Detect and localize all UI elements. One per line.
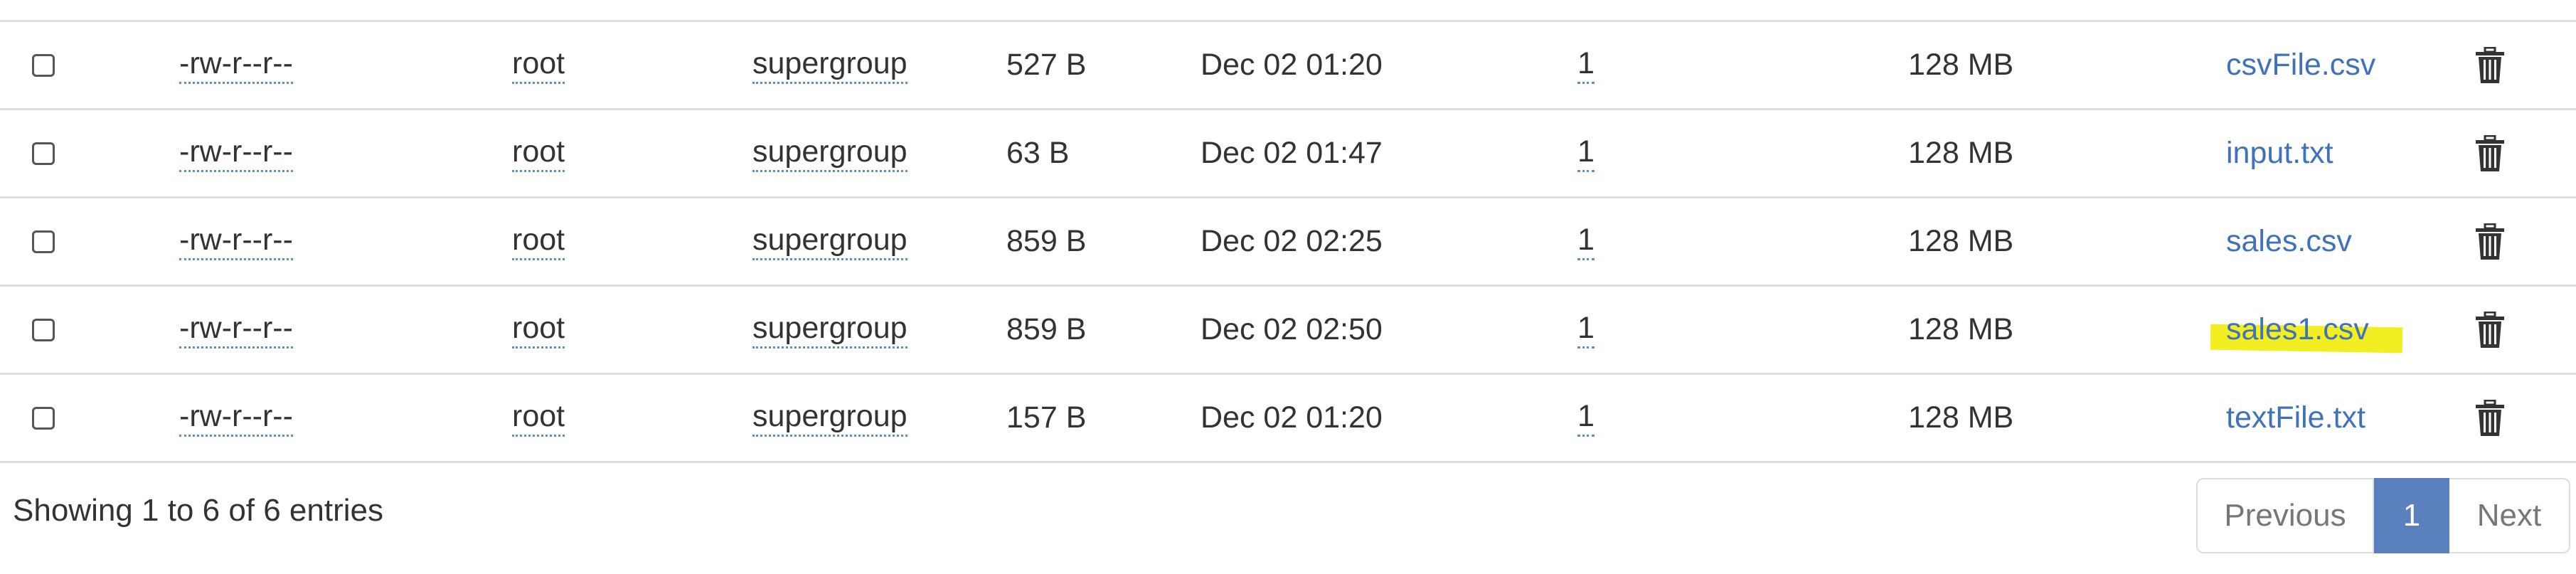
file-name-link[interactable]: textFile.txt (2226, 400, 2365, 435)
block-size-cell: 128 MB (1908, 136, 2014, 170)
owner-cell[interactable]: root (512, 134, 565, 172)
permission-cell[interactable]: -rw-r--r-- (179, 223, 293, 260)
owner-cell[interactable]: root (512, 399, 565, 437)
size-cell: 157 B (1006, 400, 1087, 435)
last-modified-cell: Dec 02 02:50 (1201, 312, 1383, 346)
delete-button[interactable] (2475, 287, 2505, 373)
permission-cell[interactable]: -rw-r--r-- (179, 134, 293, 172)
trash-icon (2476, 223, 2504, 260)
block-size-cell: 128 MB (1908, 48, 2014, 82)
owner-cell[interactable]: root (512, 46, 565, 84)
delete-button[interactable] (2475, 22, 2505, 108)
next-page-button[interactable]: Next (2449, 478, 2570, 553)
group-cell[interactable]: supergroup (752, 46, 908, 84)
trash-icon (2476, 399, 2504, 436)
replication-cell[interactable]: 1 (1577, 223, 1595, 260)
block-size-cell: 128 MB (1908, 400, 2014, 435)
delete-button[interactable] (2475, 375, 2505, 461)
last-modified-cell: Dec 02 01:20 (1201, 48, 1383, 82)
replication-cell[interactable]: 1 (1577, 399, 1595, 437)
group-cell[interactable]: supergroup (752, 311, 908, 349)
size-cell: 859 B (1006, 224, 1087, 258)
permission-cell[interactable]: -rw-r--r-- (179, 311, 293, 349)
previous-page-button[interactable]: Previous (2196, 478, 2374, 553)
owner-cell[interactable]: root (512, 311, 565, 349)
permission-cell[interactable]: -rw-r--r-- (179, 399, 293, 437)
table-info: Showing 1 to 6 of 6 entries (13, 493, 383, 528)
owner-cell[interactable]: root (512, 223, 565, 260)
replication-cell[interactable]: 1 (1577, 46, 1595, 84)
size-cell: 527 B (1006, 48, 1087, 82)
group-cell[interactable]: supergroup (752, 223, 908, 260)
row-select-checkbox[interactable] (32, 142, 55, 165)
group-cell[interactable]: supergroup (752, 134, 908, 172)
replication-cell[interactable]: 1 (1577, 134, 1595, 172)
table-row: -rw-r--r-- root supergroup 859 B Dec 02 … (0, 287, 2576, 375)
file-name-link[interactable]: csvFile.csv (2226, 48, 2375, 83)
file-name-link[interactable]: input.txt (2226, 136, 2333, 171)
delete-button[interactable] (2475, 110, 2505, 196)
pagination: Previous 1 Next (2196, 478, 2570, 555)
group-cell[interactable]: supergroup (752, 399, 908, 437)
file-name-link[interactable]: sales.csv (2226, 224, 2352, 259)
table-row: -rw-r--r-- root supergroup 157 B Dec 02 … (0, 375, 2576, 463)
block-size-cell: 128 MB (1908, 224, 2014, 258)
table-row: -rw-r--r-- root supergroup 63 B Dec 02 0… (0, 110, 2576, 198)
page-1-button[interactable]: 1 (2374, 478, 2449, 553)
replication-cell[interactable]: 1 (1577, 311, 1595, 349)
row-select-checkbox[interactable] (32, 53, 55, 77)
row-select-checkbox[interactable] (32, 318, 55, 341)
last-modified-cell: Dec 02 01:20 (1201, 400, 1383, 435)
last-modified-cell: Dec 02 02:25 (1201, 224, 1383, 258)
last-modified-cell: Dec 02 01:47 (1201, 136, 1383, 170)
trash-icon (2476, 311, 2504, 348)
file-name-link[interactable]: sales1.csv (2226, 312, 2369, 347)
delete-button[interactable] (2475, 198, 2505, 285)
size-cell: 859 B (1006, 312, 1087, 346)
permission-cell[interactable]: -rw-r--r-- (179, 46, 293, 84)
table-row: -rw-r--r-- root supergroup 859 B Dec 02 … (0, 198, 2576, 287)
trash-icon (2476, 134, 2504, 171)
block-size-cell: 128 MB (1908, 312, 2014, 346)
table-row: -rw-r--r-- root supergroup 527 B Dec 02 … (0, 22, 2576, 110)
row-select-checkbox[interactable] (32, 230, 55, 253)
size-cell: 63 B (1006, 136, 1070, 170)
row-select-checkbox[interactable] (32, 406, 55, 430)
trash-icon (2476, 46, 2504, 83)
